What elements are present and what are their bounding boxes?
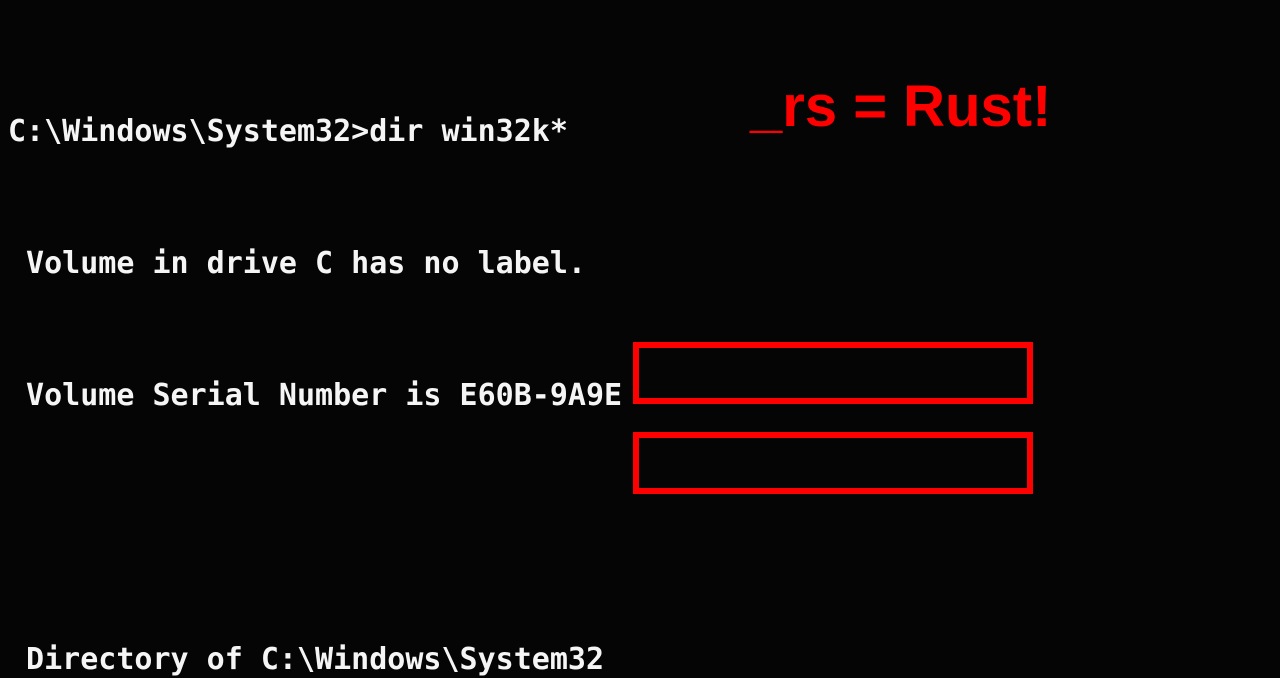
- prompt-cmd: dir win32k*: [369, 114, 568, 149]
- annotation-text: _rs = Rust!: [750, 78, 1051, 136]
- prompt-line: C:\Windows\System32>dir win32k*: [8, 110, 1280, 154]
- prompt-path: C:\Windows\System32>: [8, 114, 369, 149]
- directory-of-line: Directory of C:\Windows\System32: [8, 638, 1280, 678]
- highlight-box: [633, 432, 1033, 494]
- terminal-window[interactable]: C:\Windows\System32>dir win32k* Volume i…: [0, 0, 1280, 678]
- volume-label-line: Volume in drive C has no label.: [8, 242, 1280, 286]
- volume-serial-line: Volume Serial Number is E60B-9A9E: [8, 374, 1280, 418]
- blank-line-1: [8, 506, 1280, 550]
